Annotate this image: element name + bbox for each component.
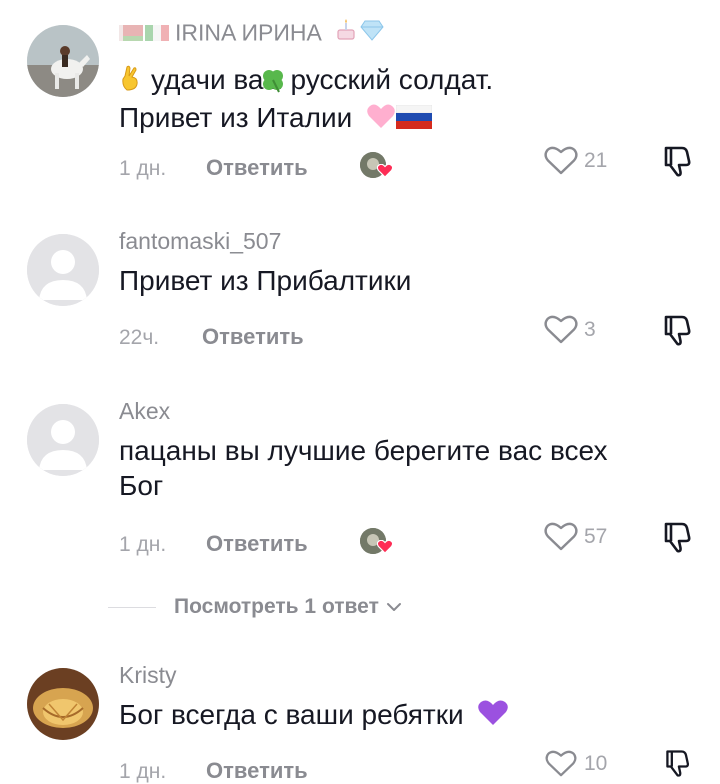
comment-time: 1 дн. [119, 760, 167, 783]
dislike-button[interactable] [662, 313, 694, 352]
comment-text: Бог всегда с ваши ребятки [119, 697, 699, 735]
comment-text: удачи вам русский солдат. Привет из Итал… [119, 62, 699, 137]
like-button[interactable]: 21 [544, 146, 607, 176]
flag-belarus-icon [119, 20, 143, 47]
like-button[interactable]: 10 [544, 750, 607, 778]
crossed-fingers-icon [119, 64, 143, 100]
comment-text: Привет из Прибалтики [119, 265, 412, 296]
view-replies-label: Посмотреть 1 ответ [174, 595, 379, 618]
comment-username[interactable]: fantomaski_507 [119, 228, 281, 255]
purple-heart-icon [477, 699, 509, 735]
dislike-button[interactable] [662, 520, 694, 559]
pink-heart-icon [366, 102, 396, 137]
avatar[interactable] [27, 404, 99, 476]
reply-button[interactable]: Ответить [202, 324, 304, 350]
avatar[interactable] [27, 668, 99, 740]
dislike-icon [666, 750, 690, 777]
comment-time: 1 дн. [119, 533, 167, 556]
default-avatar-icon [27, 404, 99, 476]
comment-username[interactable]: Akex [119, 398, 170, 425]
comment-time: 1 дн. [119, 157, 167, 180]
flag-italy-icon [145, 20, 169, 47]
divider [108, 606, 156, 608]
dislike-icon [664, 522, 691, 553]
dislike-icon [664, 146, 691, 177]
like-button[interactable]: 57 [544, 522, 607, 552]
dislike-button[interactable] [662, 144, 694, 183]
reply-button[interactable]: Ответить [206, 531, 308, 557]
comment-username[interactable]: Kristy [119, 662, 177, 689]
four-leaf-clover-icon [259, 66, 287, 102]
like-count: 10 [584, 752, 608, 775]
comment-time: 22ч. [119, 326, 160, 349]
default-avatar-icon [27, 234, 99, 306]
diamond-icon [360, 19, 384, 47]
avatar[interactable] [27, 25, 99, 97]
heart-outline-icon [544, 522, 578, 551]
flag-russia-icon [395, 102, 433, 137]
avatar-image [27, 668, 99, 740]
chevron-down-icon [386, 603, 401, 611]
creator-liked-heart-icon [376, 163, 394, 183]
creator-liked-heart-icon [376, 539, 394, 559]
comment-username[interactable]: IRINA ИРИНА [119, 18, 384, 48]
reply-button[interactable]: Ответить [206, 155, 308, 181]
dislike-icon [664, 315, 691, 346]
heart-outline-icon [544, 315, 578, 344]
cake-icon [334, 18, 358, 48]
view-replies-button[interactable]: Посмотреть 1 ответ [108, 595, 403, 619]
heart-outline-icon [545, 750, 577, 777]
comment-text: пацаны вы лучшие берегите вас всех Бог [119, 435, 608, 501]
like-button[interactable]: 3 [544, 315, 596, 345]
like-count: 3 [584, 318, 596, 341]
heart-outline-icon [544, 146, 578, 175]
avatar-image [27, 25, 99, 97]
avatar[interactable] [27, 234, 99, 306]
like-count: 57 [584, 525, 608, 548]
reply-button[interactable]: Ответить [206, 758, 308, 784]
like-count: 21 [584, 149, 608, 172]
